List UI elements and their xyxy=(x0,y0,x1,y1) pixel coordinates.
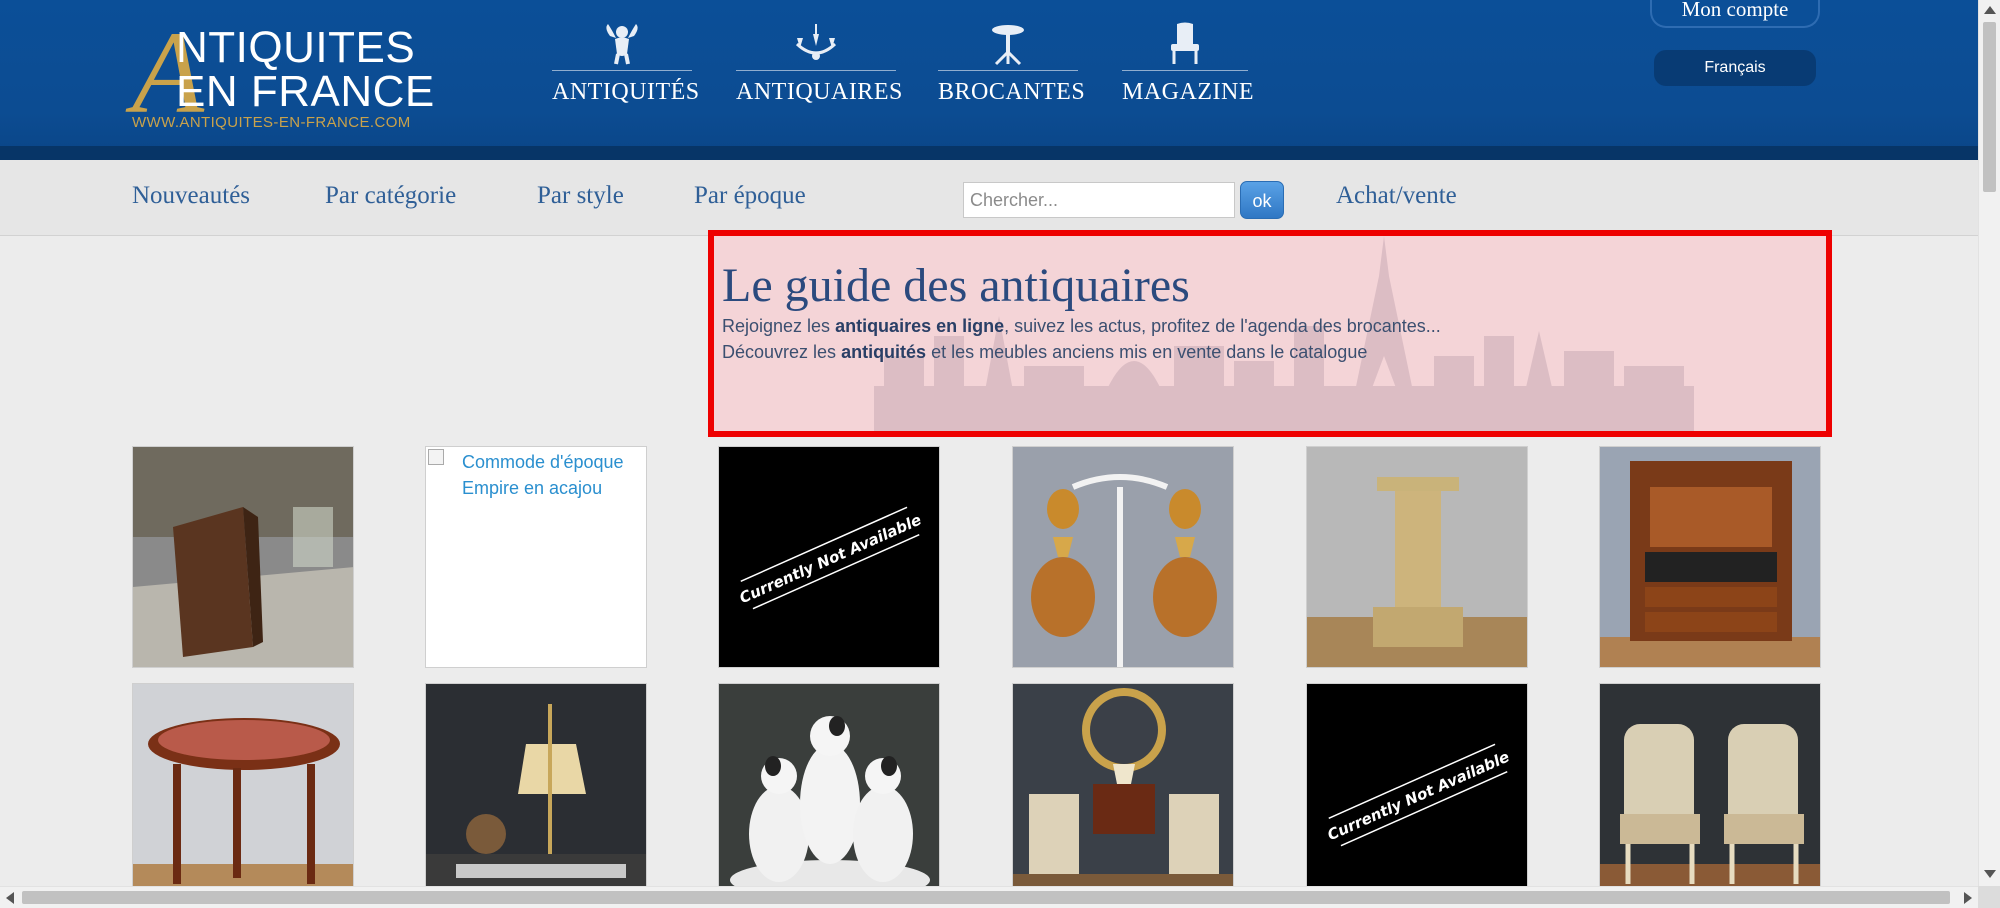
vertical-scroll-thumb[interactable] xyxy=(1983,22,1996,192)
site-logo[interactable]: A NTIQUITES EN FRANCE WWW.ANTIQUITES-EN-… xyxy=(130,14,450,132)
armchair-icon xyxy=(1171,22,1199,64)
language-button[interactable]: Français xyxy=(1654,50,1816,86)
logo-line-2: EN FRANCE xyxy=(176,67,435,116)
nav-magazine[interactable]: MAGAZINE xyxy=(1122,22,1253,112)
subnav-nouveautes[interactable]: Nouveautés xyxy=(132,182,250,210)
nav-antiquaires[interactable]: ANTIQUAIRES xyxy=(736,22,902,112)
product-tile[interactable] xyxy=(1599,446,1821,668)
scroll-right-arrow-icon[interactable] xyxy=(1964,892,1972,904)
nav-brocantes[interactable]: BROCANTES xyxy=(938,22,1085,112)
scrollbar-corner xyxy=(1978,886,2000,908)
nav-antiquaires-label: ANTIQUAIRES xyxy=(736,79,903,105)
product-tile[interactable] xyxy=(1012,683,1234,905)
product-alt-text[interactable]: Commode d'époque Empire en acajou xyxy=(462,449,638,501)
subnav-par-style[interactable]: Par style xyxy=(537,182,624,210)
product-photo-oval-table xyxy=(133,684,353,904)
product-tile[interactable]: Currently Not Available xyxy=(718,446,940,668)
product-tile[interactable] xyxy=(1599,683,1821,905)
nav-brocantes-label: BROCANTES xyxy=(938,79,1086,105)
header-stripe xyxy=(0,146,1978,160)
not-available-placeholder: Currently Not Available xyxy=(719,447,939,667)
subnav-achat-vente[interactable]: Achat/vente xyxy=(1336,182,1457,210)
product-tile[interactable] xyxy=(1306,446,1528,668)
product-photo-secretary-desk xyxy=(133,447,353,667)
cherub-icon xyxy=(606,24,638,65)
subnav-par-epoque[interactable]: Par époque xyxy=(694,182,806,210)
sub-nav: Nouveautés Par catégorie Par style Par é… xyxy=(0,160,1978,236)
broken-image-icon xyxy=(428,449,444,465)
product-photo-pair-armchairs xyxy=(1600,684,1820,904)
product-tile[interactable]: Commode d'époque Empire en acajou xyxy=(425,446,647,668)
hero-banner: Le guide des antiquaires Rejoignez les a… xyxy=(708,230,1832,437)
link-antiquites[interactable]: antiquités xyxy=(841,342,926,362)
scroll-down-arrow-icon[interactable] xyxy=(1984,870,1996,878)
pedestal-table-icon xyxy=(992,25,1024,66)
nav-antiquites[interactable]: ANTIQUITÉS xyxy=(552,22,699,112)
hero-line-2: Découvrez les antiquités et les meubles … xyxy=(722,342,1368,362)
horizontal-scroll-thumb[interactable] xyxy=(22,891,1950,904)
product-photo-dog-figurines xyxy=(719,684,939,904)
horizontal-scrollbar[interactable] xyxy=(0,886,1978,908)
nav-magazine-label: MAGAZINE xyxy=(1122,79,1254,105)
chandelier-icon xyxy=(795,24,837,60)
hero-title: Le guide des antiquaires xyxy=(722,259,1190,312)
product-tile[interactable] xyxy=(132,683,354,905)
search-ok-button[interactable]: ok xyxy=(1240,181,1284,219)
product-tile[interactable] xyxy=(132,446,354,668)
link-antiquaires-en-ligne[interactable]: antiquaires en ligne xyxy=(835,316,1004,336)
product-photo-mirror-chairs xyxy=(1013,684,1233,904)
search-input[interactable] xyxy=(963,182,1235,218)
product-photo-lamp xyxy=(426,684,646,904)
logo-line-1: NTIQUITES xyxy=(176,23,416,72)
scroll-up-arrow-icon[interactable] xyxy=(1984,6,1996,14)
product-photo-earrings xyxy=(1013,447,1233,667)
site-header: A NTIQUITES EN FRANCE WWW.ANTIQUITES-EN-… xyxy=(0,0,1978,160)
nav-antiquites-label: ANTIQUITÉS xyxy=(552,79,700,105)
account-button[interactable]: Mon compte xyxy=(1650,0,1820,28)
hero-line-1: Rejoignez les antiquaires en ligne, suiv… xyxy=(722,316,1441,336)
not-available-placeholder: Currently Not Available xyxy=(1307,684,1527,904)
scroll-left-arrow-icon[interactable] xyxy=(6,892,14,904)
logo-url: WWW.ANTIQUITES-EN-FRANCE.COM xyxy=(132,114,411,131)
subnav-par-categorie[interactable]: Par catégorie xyxy=(325,182,456,210)
product-tile[interactable] xyxy=(425,683,647,905)
product-photo-empire-secretary xyxy=(1600,447,1820,667)
product-tile[interactable] xyxy=(718,683,940,905)
product-tile[interactable]: Currently Not Available xyxy=(1306,683,1528,905)
product-tile[interactable] xyxy=(1012,446,1234,668)
product-photo-column-pedestal xyxy=(1307,447,1527,667)
vertical-scrollbar[interactable] xyxy=(1978,0,2000,908)
